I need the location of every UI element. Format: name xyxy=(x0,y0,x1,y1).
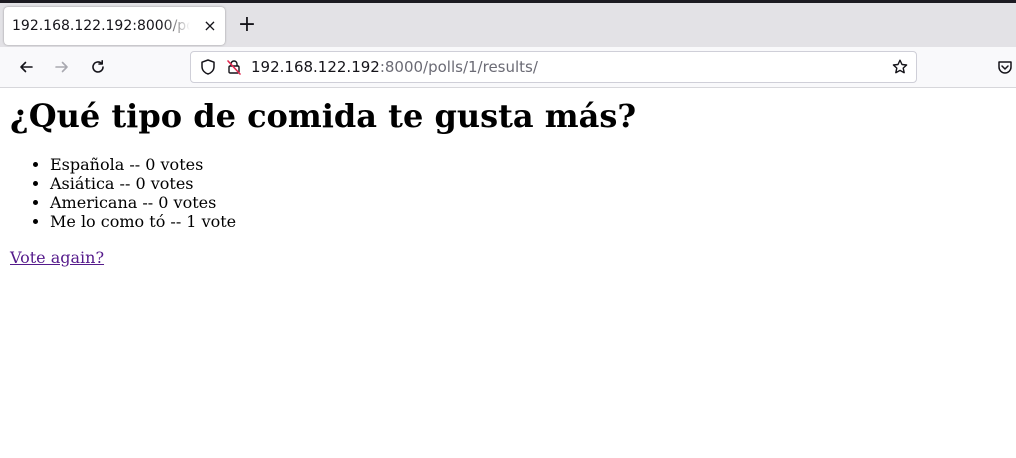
tab-close-icon[interactable]: × xyxy=(200,16,220,36)
page-content: ¿Qué tipo de comida te gusta más? Españo… xyxy=(0,88,1016,458)
tab-title: 192.168.122.192:8000/polls/1/results/ xyxy=(12,18,190,34)
vote-again-link[interactable]: Vote again? xyxy=(10,248,104,267)
shield-icon[interactable] xyxy=(199,58,217,76)
poll-question-heading: ¿Qué tipo de comida te gusta más? xyxy=(10,97,637,135)
tab-bar: 192.168.122.192:8000/polls/1/results/ × … xyxy=(0,3,1016,47)
result-item: Me lo como tó -- 1 vote xyxy=(50,212,236,231)
reload-icon[interactable] xyxy=(84,53,112,81)
result-item: Americana -- 0 votes xyxy=(50,193,236,212)
tab-active[interactable]: 192.168.122.192:8000/polls/1/results/ × xyxy=(4,7,225,45)
result-item: Asiática -- 0 votes xyxy=(50,174,236,193)
back-arrow-icon[interactable] xyxy=(12,53,40,81)
navigation-toolbar: 192.168.122.192:8000/polls/1/results/ xyxy=(0,47,1016,88)
bookmark-star-icon[interactable] xyxy=(891,58,909,76)
results-list: Española -- 0 votes Asiática -- 0 votes … xyxy=(0,155,236,231)
url-bar[interactable]: 192.168.122.192:8000/polls/1/results/ xyxy=(190,51,917,83)
pocket-icon[interactable] xyxy=(996,53,1016,81)
insecure-lock-icon[interactable] xyxy=(225,58,243,76)
new-tab-plus-icon[interactable]: + xyxy=(234,12,260,38)
url-path: :8000/polls/1/results/ xyxy=(379,58,538,76)
forward-arrow-icon[interactable] xyxy=(48,53,76,81)
result-item: Española -- 0 votes xyxy=(50,155,236,174)
url-text[interactable]: 192.168.122.192:8000/polls/1/results/ xyxy=(251,52,538,82)
url-host: 192.168.122.192 xyxy=(251,58,380,76)
